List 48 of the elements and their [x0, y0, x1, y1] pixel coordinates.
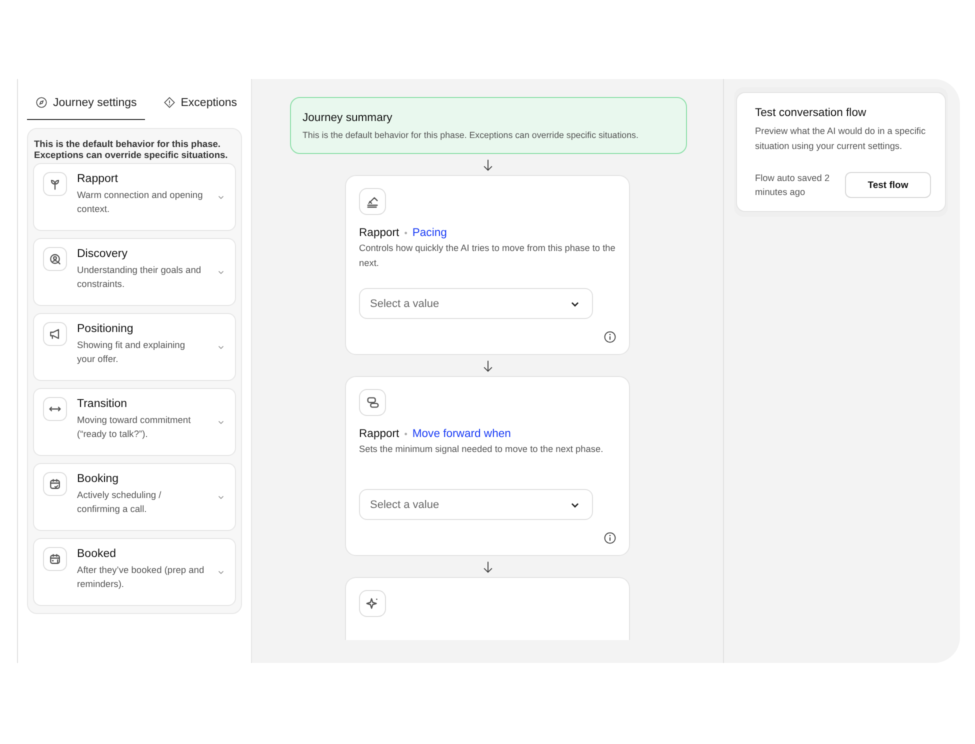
tab[interactable]: Exceptions [154, 89, 246, 120]
search-person-icon [48, 252, 62, 266]
phase-item[interactable]: Rapport Warm connection and opening context. [33, 163, 236, 231]
save-status: Flow auto saved 2 minutes ago [755, 172, 831, 199]
phase-item[interactable]: Booked After they’ve booked (prep and reminders). [33, 538, 236, 606]
sprout-icon [48, 177, 62, 191]
summary-text: This is the default behavior for this phase. Exceptions can override specific situations. [302, 130, 638, 140]
phase-item[interactable]: Discovery Understanding their goals and constraints. [33, 238, 236, 306]
megaphone-icon [48, 327, 62, 341]
stack-icon [365, 395, 380, 410]
phase-description: Actively scheduling / confirming a call. [77, 489, 162, 516]
test-description: Preview what the AI would do in a specific situation using your current settings. [755, 125, 927, 153]
phase-description: Showing fit and explaining your offer. [77, 339, 186, 366]
separator-dot: • [404, 429, 408, 439]
calendar-icon [48, 552, 62, 566]
summary-title: Journey summary [302, 112, 394, 124]
separator-dot: • [404, 228, 408, 238]
setting-name: Pacing [412, 227, 447, 239]
select-dropdown[interactable]: Select a value [359, 288, 593, 319]
phase-item[interactable]: Positioning Showing fit and explaining your offer. [33, 313, 236, 381]
sparkle-icon [365, 596, 380, 611]
phase-item[interactable]: Transition Moving toward commitment (“ready to talk?”). [33, 388, 236, 456]
info-icon [603, 330, 617, 344]
phase-description: Moving toward commitment (“ready to talk?”). [77, 414, 192, 441]
phase-item[interactable]: Booking Actively scheduling / confirming a call. [33, 463, 236, 531]
phase-label: Rapport [359, 428, 400, 440]
info-icon [603, 531, 617, 545]
phase-description: Warm connection and opening context. [77, 189, 204, 216]
tab[interactable]: Journey settings [27, 89, 145, 120]
phase-description: Understanding their goals and constraints. [77, 264, 202, 291]
compass-icon [35, 96, 48, 109]
phase-name: Discovery [77, 248, 128, 260]
phase-name: Rapport [77, 173, 119, 185]
phase-name: Booked [77, 548, 118, 560]
test-flow-button[interactable]: Test flow [845, 172, 931, 198]
diamond-warning-icon [162, 96, 176, 109]
test-title: Test conversation flow [755, 107, 868, 119]
intro-text: This is the default behavior for this phase. Exceptions can override specific situations. [34, 139, 229, 161]
phase-label: Rapport [359, 227, 400, 239]
calendar-check-icon [48, 477, 62, 491]
setting-name: Move forward when [412, 428, 511, 440]
phase-name: Positioning [77, 323, 134, 335]
phase-description: After they’ve booked (prep and reminders). [77, 564, 205, 591]
phase-name: Transition [77, 398, 128, 410]
phase-name: Booking [77, 473, 120, 485]
setting-description: Sets the minimum signal needed to move to the next phase. [359, 443, 604, 456]
setting-description: Controls how quickly the AI tries to move from this phase to the next. [359, 242, 616, 270]
select-dropdown[interactable]: Select a value [359, 489, 593, 520]
